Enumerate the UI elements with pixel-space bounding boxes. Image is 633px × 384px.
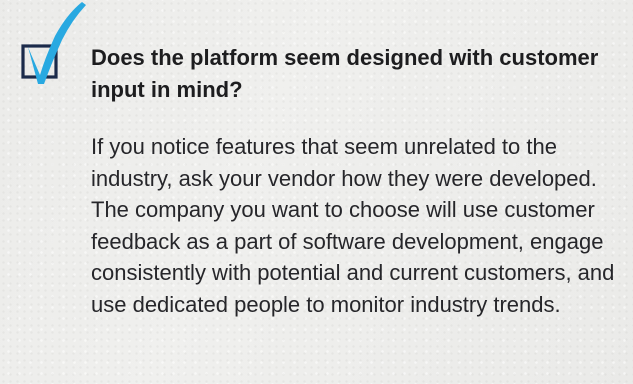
answer-paragraph: If you notice features that seem unrelat… bbox=[91, 134, 615, 317]
question-heading: Does the platform seem designed with cus… bbox=[91, 45, 599, 102]
